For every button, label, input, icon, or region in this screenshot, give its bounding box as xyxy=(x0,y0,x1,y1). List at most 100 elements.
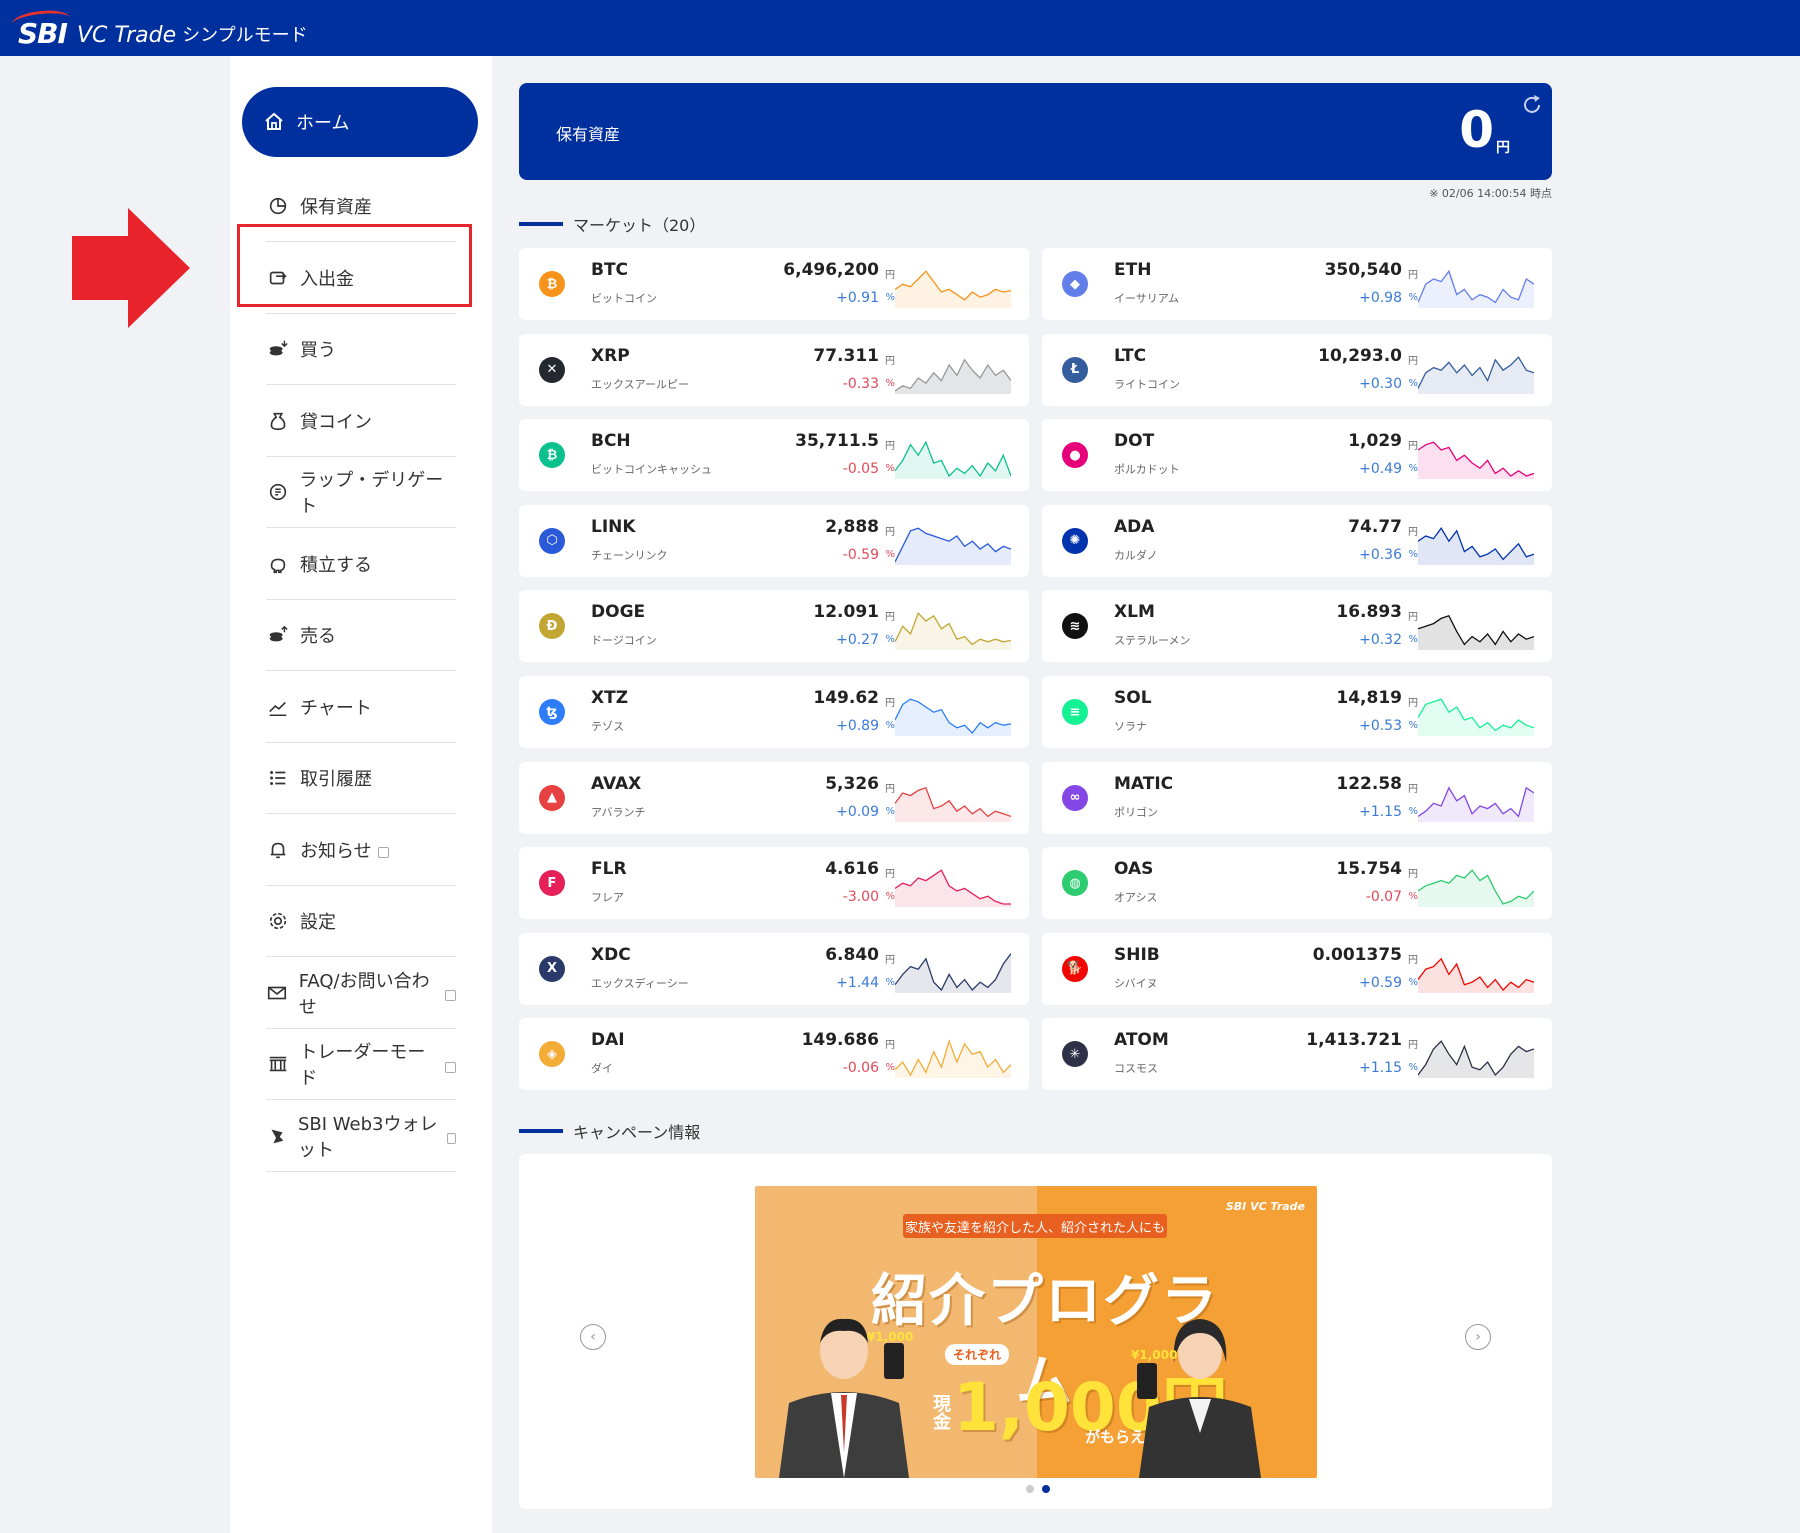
money-bag-icon xyxy=(266,409,290,433)
coin-card[interactable]: ◍ OAS オアシス 15.754 円 -0.07% xyxy=(1042,847,1552,920)
coin-price: 77.311 xyxy=(813,345,879,366)
sparkline-chart xyxy=(895,869,1011,908)
coin-price: 10,293.0 xyxy=(1318,345,1402,366)
coin-name: ダイ xyxy=(591,1062,613,1076)
coin-price: 4.616 xyxy=(825,859,879,880)
carousel-prev-button[interactable]: ‹ xyxy=(580,1324,606,1350)
coin-card[interactable]: ◆ ETH イーサリアム 350,540 円 +0.98% xyxy=(1042,248,1552,320)
coin-symbol: XRP xyxy=(591,345,630,366)
coin-price: 149.62 xyxy=(813,688,879,708)
coin-card[interactable]: ⬡ LINK チェーンリンク 2,888 円 -0.59% xyxy=(519,504,1029,577)
percent-sign: % xyxy=(1408,377,1418,389)
sidebar-item[interactable]: お知らせ xyxy=(266,815,456,886)
sidebar-item[interactable]: チャート xyxy=(266,672,456,743)
sidebar-item[interactable]: 売る xyxy=(266,600,456,671)
coin-card[interactable]: 🐕 SHIB シバイヌ 0.001375 円 +0.59% xyxy=(1042,932,1552,1005)
percent-sign: % xyxy=(1408,1062,1418,1074)
coin-card[interactable]: ✳ ATOM コスモス 1,413.721 円 +1.15% xyxy=(1042,1018,1552,1091)
coin-icon: ₿ xyxy=(539,271,565,297)
sidebar-item-label: 取引履歴 xyxy=(300,769,372,790)
sidebar-item[interactable]: ラップ・デリゲート xyxy=(266,457,456,528)
sidebar-item[interactable]: FAQ/お問い合わせ xyxy=(266,958,456,1029)
sidebar-item-label: 設定 xyxy=(300,912,336,933)
sparkline-chart xyxy=(895,440,1011,480)
man-illustration: ¥1,000 xyxy=(779,1318,913,1478)
coin-card[interactable]: F FLR フレア 4.616 円 -3.00% xyxy=(519,847,1029,920)
sparkline-chart xyxy=(1418,1040,1534,1079)
price-unit: 円 xyxy=(885,270,895,281)
percent-sign: % xyxy=(1408,891,1418,903)
woman-illustration: ¥1,000 xyxy=(1131,1319,1261,1478)
coin-card[interactable]: ∞ MATIC ポリゴン 122.58 円 +1.15% xyxy=(1042,761,1552,834)
coin-name: ポリゴン xyxy=(1114,805,1158,819)
sidebar-item[interactable]: トレーダーモード xyxy=(266,1029,457,1100)
sidebar-item[interactable]: SBI Web3ウォレット xyxy=(266,1101,456,1172)
coin-price: 149.686 xyxy=(801,1030,879,1051)
refresh-icon[interactable] xyxy=(1520,93,1544,117)
mode-label: シンプルモード xyxy=(182,25,308,46)
coin-card[interactable]: ✕ XRP エックスアールピー 77.311 円 -0.33% xyxy=(519,333,1029,406)
coin-card[interactable]: ● DOT ポルカドット 1,029 円 +0.49% xyxy=(1042,419,1552,492)
sidebar-item-label: お知らせ xyxy=(300,840,372,862)
coin-card[interactable]: ₿ BCH ビットコインキャッシュ 35,711.5 円 -0.05% xyxy=(519,419,1029,492)
coin-card[interactable]: ◈ DAI ダイ 149.686 円 -0.06% xyxy=(519,1018,1029,1091)
coin-card[interactable]: ▲ AVAX アバランチ 5,326 円 +0.09% xyxy=(519,761,1029,834)
coin-symbol: ADA xyxy=(1114,516,1155,537)
sparkline-chart xyxy=(1418,441,1534,480)
percent-sign: % xyxy=(885,634,895,646)
coin-price: 5,326 xyxy=(825,773,879,794)
sparkline-chart xyxy=(895,698,1011,736)
external-link-icon xyxy=(446,1133,456,1144)
app-logo[interactable]: SBI VC Trade シンプルモード xyxy=(11,8,308,50)
coin-symbol: XTZ xyxy=(591,688,629,708)
coin-card[interactable]: Ł LTC ライトコイン 10,293.0 円 +0.30% xyxy=(1042,333,1552,406)
coin-change: +0.09 xyxy=(836,803,879,820)
coin-icon: ≋ xyxy=(1062,613,1088,640)
coin-icon: ▲ xyxy=(539,784,565,811)
percent-sign: % xyxy=(885,463,895,475)
percent-sign: % xyxy=(1408,463,1418,475)
coin-icon: ✕ xyxy=(539,356,565,383)
coin-change: -0.06 xyxy=(842,1060,879,1077)
coin-icon: ◈ xyxy=(539,1041,565,1068)
coin-symbol: ATOM xyxy=(1114,1030,1169,1051)
coin-card[interactable]: ≡ SOL ソラナ 14,819 円 +0.53% xyxy=(1042,676,1552,748)
coin-price: 6,496,200 xyxy=(783,260,879,280)
sidebar-item[interactable]: 積立する xyxy=(266,529,456,600)
assets-panel[interactable]: 保有資産 0 円 xyxy=(519,83,1552,180)
coin-icon: ● xyxy=(1062,442,1088,469)
sparkline-chart xyxy=(1418,615,1534,651)
percent-sign: % xyxy=(1408,720,1418,731)
red-arrow-icon xyxy=(72,208,190,328)
referral-banner[interactable]: 家族や友達を紹介した人、紹介された人にも SBI VC Trade 紹介プログラ… xyxy=(755,1186,1317,1478)
sidebar-item-label: 買う xyxy=(300,340,336,361)
coin-card[interactable]: ₿ BTC ビットコイン 6,496,200 円 +0.91% xyxy=(519,248,1029,320)
coin-icon: Ð xyxy=(539,613,565,640)
buy-coins-icon xyxy=(266,337,290,361)
coin-symbol: ETH xyxy=(1114,260,1152,280)
coin-symbol: LTC xyxy=(1114,345,1147,366)
sidebar-item-label: チャート xyxy=(300,697,372,719)
sidebar-item[interactable]: 設定 xyxy=(266,886,456,957)
sidebar-item[interactable]: 貸コイン xyxy=(266,386,456,457)
carousel-next-button[interactable]: › xyxy=(1465,1324,1491,1350)
coin-card[interactable]: Ð DOGE ドージコイン 12.091 円 +0.27% xyxy=(519,590,1029,663)
coin-icon: ≡ xyxy=(1062,699,1088,725)
carousel-dot[interactable] xyxy=(1026,1485,1034,1493)
sidebar-item[interactable]: 買う xyxy=(266,314,456,385)
mail-icon xyxy=(266,981,289,1005)
coin-name: ライトコイン xyxy=(1114,377,1180,391)
percent-sign: % xyxy=(1408,805,1418,817)
carousel-dot-active[interactable] xyxy=(1042,1485,1050,1493)
coin-card[interactable]: ✺ ADA カルダノ 74.77 円 +0.36% xyxy=(1042,504,1552,577)
coin-icon: ₿ xyxy=(539,442,565,469)
sidebar-item[interactable]: 取引履歴 xyxy=(266,743,456,814)
coin-name: ビットコイン xyxy=(591,292,657,305)
campaign-title: キャンペーン情報 xyxy=(519,1119,700,1143)
woman-badge: ¥1,000 xyxy=(1131,1348,1177,1362)
coin-card[interactable]: ≋ XLM ステラルーメン 16.893 円 +0.32% xyxy=(1042,590,1552,663)
sparkline-chart xyxy=(1418,869,1534,908)
coin-card[interactable]: ꜩ XTZ テゾス 149.62 円 +0.89% xyxy=(519,676,1029,748)
coin-card[interactable]: X XDC エックスディーシー 6.840 円 +1.44% xyxy=(519,932,1029,1005)
nav-home[interactable]: ホーム xyxy=(242,87,478,157)
